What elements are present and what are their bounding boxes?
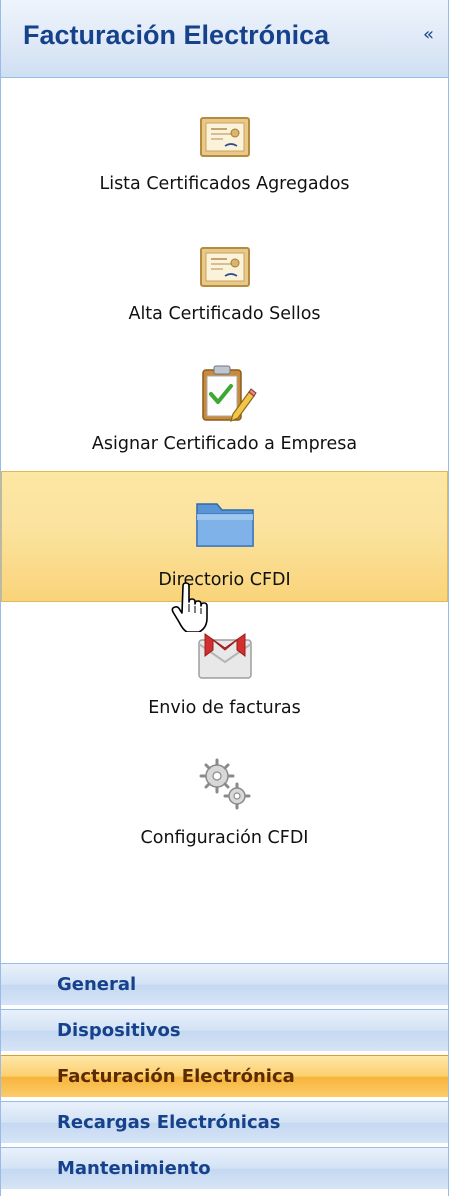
menu-item-label: Alta Certificado Sellos <box>128 304 321 324</box>
panel-title: Facturación Electrónica <box>23 20 330 50</box>
panel-header: Facturación Electrónica « <box>1 0 448 78</box>
menu-item-asignar-certificado[interactable]: Asignar Certificado a Empresa <box>1 338 448 468</box>
nav-label: General <box>57 974 137 995</box>
collapse-icon[interactable]: « <box>423 26 434 44</box>
menu-item-envio-facturas[interactable]: Envio de facturas <box>1 602 448 732</box>
gmail-envelope-icon <box>193 626 257 688</box>
nav-general[interactable]: General <box>1 963 448 1005</box>
menu-item-configuracion-cfdi[interactable]: Configuración CFDI <box>1 732 448 862</box>
certificate-icon <box>193 106 257 168</box>
menu-item-directorio-cfdi[interactable]: Directorio CFDI <box>1 471 448 602</box>
nav-dispositivos[interactable]: Dispositivos <box>1 1009 448 1051</box>
nav-recargas-electronicas[interactable]: Recargas Electrónicas <box>1 1101 448 1143</box>
menu-item-label: Envio de facturas <box>148 698 301 718</box>
nav-mantenimiento[interactable]: Mantenimiento <box>1 1147 448 1189</box>
facturacion-panel: Facturación Electrónica « Lista Certific… <box>0 0 449 1196</box>
menu-item-label: Directorio CFDI <box>158 570 291 590</box>
menu-item-lista-certificados[interactable]: Lista Certificados Agregados <box>1 78 448 208</box>
nav-label: Dispositivos <box>57 1020 181 1041</box>
menu-item-alta-certificado[interactable]: Alta Certificado Sellos <box>1 208 448 338</box>
nav-label: Facturación Electrónica <box>57 1066 295 1087</box>
folder-icon <box>193 492 257 554</box>
menu-item-label: Lista Certificados Agregados <box>99 174 350 194</box>
certificate-icon <box>193 236 257 298</box>
nav-facturacion-electronica[interactable]: Facturación Electrónica <box>1 1055 448 1097</box>
gears-icon <box>193 754 257 816</box>
menu-item-label: Configuración CFDI <box>140 828 309 848</box>
hand-pointer-icon <box>171 582 211 633</box>
nav-label: Recargas Electrónicas <box>57 1112 281 1133</box>
clipboard-pencil-icon <box>193 362 257 424</box>
menu-item-label: Asignar Certificado a Empresa <box>91 434 358 454</box>
nav-label: Mantenimiento <box>57 1158 211 1179</box>
